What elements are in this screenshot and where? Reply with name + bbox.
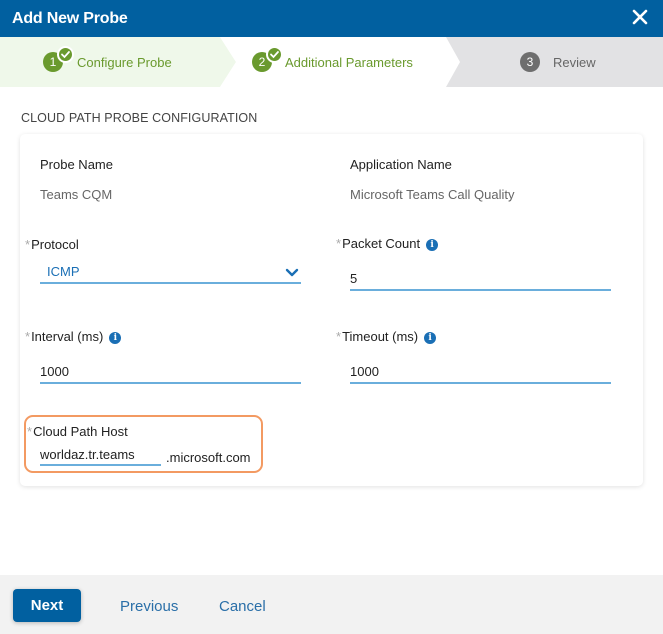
timeout-label: *Timeout (ms) i <box>336 329 437 344</box>
info-icon[interactable]: i <box>424 332 437 344</box>
required-asterisk: * <box>25 237 31 252</box>
step-additional-parameters[interactable]: 2 Additional Parameters <box>220 37 460 87</box>
step-3-label: Review <box>553 55 596 70</box>
protocol-label-text: Protocol <box>31 237 79 252</box>
interval-label: *Interval (ms) i <box>25 329 122 344</box>
section-title: CLOUD PATH PROBE CONFIGURATION <box>21 111 258 125</box>
interval-input[interactable]: 1000 <box>40 360 301 384</box>
probe-name-value: Teams CQM <box>40 187 113 202</box>
interval-label-text: Interval (ms) <box>31 329 104 344</box>
required-asterisk: * <box>336 236 342 251</box>
step-configure-probe[interactable]: 1 Configure Probe <box>0 37 240 87</box>
info-icon[interactable]: i <box>109 332 122 344</box>
packet-count-input[interactable]: 5 <box>350 267 611 291</box>
step-review[interactable]: 3 Review <box>446 37 663 87</box>
protocol-label: *Protocol <box>25 237 79 252</box>
dialog-footer: Next Previous Cancel <box>0 575 663 634</box>
timeout-input[interactable]: 1000 <box>350 360 611 384</box>
application-name-value: Microsoft Teams Call Quality <box>350 187 515 202</box>
packet-count-label: *Packet Count i <box>336 236 439 251</box>
wizard-stepper: 1 Configure Probe 2 Additional Parameter… <box>0 37 663 87</box>
next-button[interactable]: Next <box>13 589 81 622</box>
dialog-title: Add New Probe <box>12 10 128 27</box>
step-2-label: Additional Parameters <box>285 55 413 70</box>
required-asterisk: * <box>25 329 31 344</box>
cloud-path-host-highlight: *Cloud Path Host worldaz.tr.teams .micro… <box>24 415 263 473</box>
timeout-value: 1000 <box>350 364 379 379</box>
required-asterisk: * <box>27 424 33 439</box>
timeout-label-text: Timeout (ms) <box>342 329 419 344</box>
dialog-header: Add New Probe <box>0 0 663 37</box>
protocol-select[interactable]: ICMP <box>40 260 301 284</box>
cancel-button[interactable]: Cancel <box>219 598 266 615</box>
chevron-down-icon <box>285 266 299 281</box>
packet-count-label-text: Packet Count <box>342 236 421 251</box>
add-probe-dialog: Add New Probe 1 Configure Probe 2 Additi… <box>0 0 663 634</box>
protocol-value: ICMP <box>47 264 80 279</box>
cloud-path-host-label-text: Cloud Path Host <box>33 424 128 439</box>
cloud-path-host-suffix: .microsoft.com <box>166 450 251 465</box>
previous-button[interactable]: Previous <box>120 598 178 615</box>
probe-name-label: Probe Name <box>40 157 113 172</box>
check-icon <box>266 46 283 63</box>
cloud-path-host-label: *Cloud Path Host <box>27 424 128 439</box>
interval-value: 1000 <box>40 364 69 379</box>
cloud-path-host-value: worldaz.tr.teams <box>40 447 135 462</box>
packet-count-value: 5 <box>350 271 358 286</box>
application-name-label: Application Name <box>350 157 452 172</box>
check-icon <box>57 46 74 63</box>
close-icon[interactable] <box>629 6 651 28</box>
cloud-path-host-input[interactable]: worldaz.tr.teams <box>40 444 161 466</box>
info-icon[interactable]: i <box>426 239 439 251</box>
required-asterisk: * <box>336 329 342 344</box>
step-3-number: 3 <box>520 52 540 72</box>
step-1-label: Configure Probe <box>77 55 172 70</box>
